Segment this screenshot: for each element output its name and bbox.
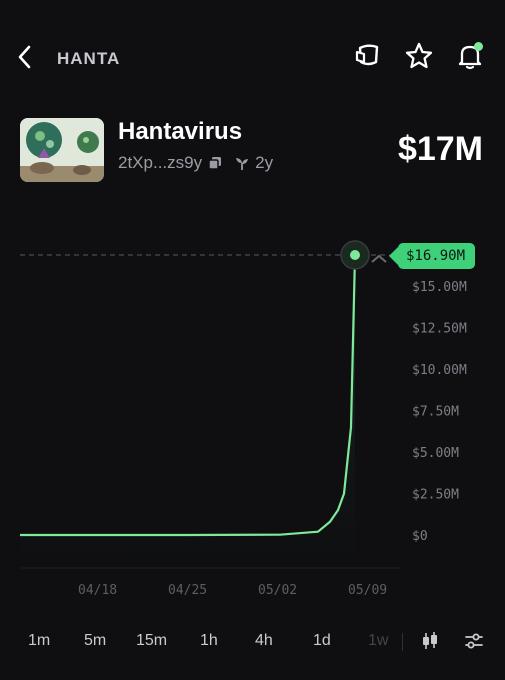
share-icon bbox=[355, 44, 379, 66]
timeframe-15m[interactable]: 15m bbox=[136, 632, 167, 650]
token-address[interactable]: 2tXp...zs9y bbox=[118, 153, 202, 173]
share-button[interactable] bbox=[352, 40, 384, 72]
x-tick-label: 05/02 bbox=[258, 583, 297, 598]
y-tick-label: $12.50M bbox=[412, 322, 467, 337]
timeframe-1w[interactable]: 1w bbox=[368, 632, 388, 650]
sprout-icon bbox=[236, 158, 249, 170]
current-price-badge: $16.90M bbox=[388, 243, 476, 269]
timeframe-1h[interactable]: 1h bbox=[200, 632, 218, 650]
notifications-button[interactable] bbox=[454, 40, 486, 72]
y-tick-label: $2.50M bbox=[412, 488, 459, 503]
x-tick-label: 05/09 bbox=[348, 583, 387, 598]
token-image bbox=[20, 118, 104, 182]
token-name: Hantavirus bbox=[118, 118, 243, 145]
back-button[interactable] bbox=[14, 42, 38, 72]
y-tick-label: $10.00M bbox=[412, 363, 467, 378]
price-area bbox=[20, 255, 355, 565]
timeframe-bar: 1m 5m 15m 1h 4h 1d 1w bbox=[0, 624, 505, 660]
x-tick-label: 04/25 bbox=[168, 583, 207, 598]
price-line bbox=[20, 254, 357, 537]
toolbar-divider bbox=[402, 633, 403, 651]
timeframe-5m[interactable]: 5m bbox=[84, 632, 106, 650]
back-chevron-icon bbox=[18, 45, 31, 69]
star-icon bbox=[405, 42, 433, 69]
notification-dot bbox=[474, 42, 483, 51]
ticker-label: HANTA bbox=[57, 49, 121, 68]
chevron-up-icon[interactable] bbox=[371, 254, 387, 263]
candlestick-icon[interactable] bbox=[419, 630, 441, 652]
token-artwork bbox=[20, 118, 104, 182]
settings-sliders-icon[interactable] bbox=[463, 630, 485, 652]
top-bar: HANTA bbox=[0, 32, 505, 84]
x-tick-label: 04/18 bbox=[78, 583, 117, 598]
current-point[interactable] bbox=[350, 250, 360, 260]
market-cap: $17M bbox=[397, 130, 483, 168]
timeframe-1m[interactable]: 1m bbox=[28, 632, 50, 650]
chart-canvas: $0 $2.50M $5.00M $7.50M $10.00M $12.50M $15.00… bbox=[20, 240, 467, 598]
y-tick-label: $7.50M bbox=[412, 405, 459, 420]
token-age: 2y bbox=[255, 153, 274, 172]
favorite-button[interactable] bbox=[403, 40, 435, 72]
timeframe-4h[interactable]: 4h bbox=[255, 632, 273, 650]
timeframe-1d[interactable]: 1d bbox=[313, 632, 331, 650]
token-header: Hantavirus 2tXp...zs9y 2y $17M bbox=[0, 112, 505, 192]
copy-icon[interactable] bbox=[208, 156, 222, 170]
y-tick-label: $0 bbox=[412, 529, 428, 544]
y-tick-label: $15.00M bbox=[412, 280, 467, 295]
y-tick-label: $5.00M bbox=[412, 446, 459, 461]
price-chart[interactable]: $0 $2.50M $5.00M $7.50M $10.00M $12.50M $15.00… bbox=[0, 225, 505, 605]
token-meta: 2tXp...zs9y 2y bbox=[118, 153, 273, 173]
